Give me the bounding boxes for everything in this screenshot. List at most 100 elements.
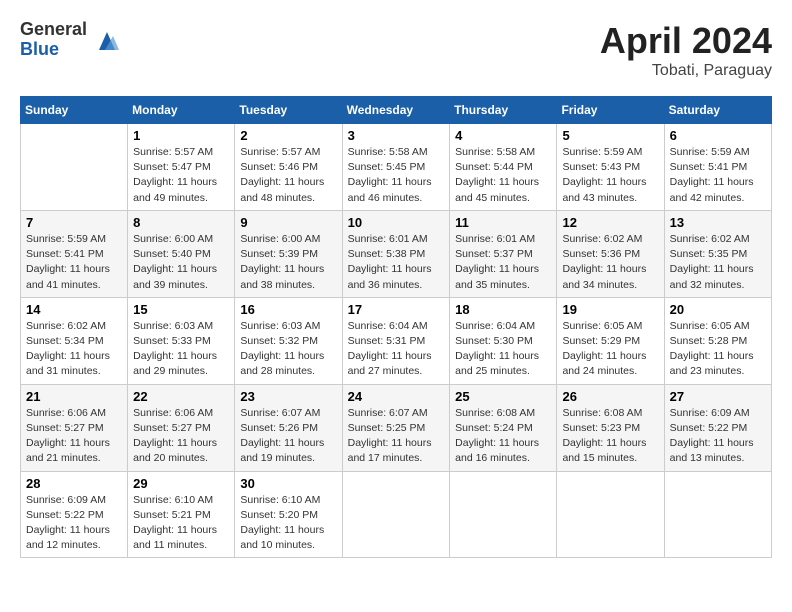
calendar-day-cell: 21Sunrise: 6:06 AM Sunset: 5:27 PM Dayli… (21, 384, 128, 471)
day-info: Sunrise: 5:59 AM Sunset: 5:43 PM Dayligh… (562, 145, 658, 206)
day-info: Sunrise: 6:04 AM Sunset: 5:30 PM Dayligh… (455, 319, 551, 380)
col-friday: Friday (557, 97, 664, 124)
day-info: Sunrise: 6:05 AM Sunset: 5:29 PM Dayligh… (562, 319, 658, 380)
day-info: Sunrise: 6:02 AM Sunset: 5:36 PM Dayligh… (562, 232, 658, 293)
day-info: Sunrise: 6:02 AM Sunset: 5:35 PM Dayligh… (670, 232, 766, 293)
calendar-day-cell: 4Sunrise: 5:58 AM Sunset: 5:44 PM Daylig… (450, 124, 557, 211)
day-number: 20 (670, 302, 766, 317)
calendar-day-cell: 28 Sunrise: 6:09 AM Sunset: 5:22 PM Dayli… (21, 471, 128, 558)
day-info: Sunrise: 6:07 AM Sunset: 5:26 PM Dayligh… (240, 406, 336, 467)
logo: General Blue (20, 20, 121, 60)
calendar-day-cell: 9 Sunrise: 6:00 AM Sunset: 5:39 PM Daylig… (235, 210, 342, 297)
day-number: 13 (670, 215, 766, 230)
day-number: 1 (133, 128, 229, 143)
calendar-day-cell: 26 Sunrise: 6:08 AM Sunset: 5:23 PM Dayli… (557, 384, 664, 471)
calendar-day-cell: 13 Sunrise: 6:02 AM Sunset: 5:35 PM Dayli… (664, 210, 771, 297)
logo-blue: Blue (20, 40, 87, 60)
day-number: 30 (240, 476, 336, 491)
day-number: 2 (240, 128, 336, 143)
day-number: 18 (455, 302, 551, 317)
day-number: 8 (133, 215, 229, 230)
calendar-table: Sunday Monday Tuesday Wednesday Thursday… (20, 96, 772, 558)
calendar-day-cell: 30 Sunrise: 6:10 AM Sunset: 5:20 PM Dayli… (235, 471, 342, 558)
title-block: April 2024 Tobati, Paraguay (600, 20, 772, 80)
calendar-week-5: 28 Sunrise: 6:09 AM Sunset: 5:22 PM Dayli… (21, 471, 772, 558)
day-info: Sunrise: 6:08 AM Sunset: 5:23 PM Dayligh… (562, 406, 658, 467)
calendar-day-cell (450, 471, 557, 558)
day-info: Sunrise: 6:10 AM Sunset: 5:21 PM Dayligh… (133, 493, 229, 554)
day-info: Sunrise: 6:06 AM Sunset: 5:27 PM Dayligh… (133, 406, 229, 467)
col-thursday: Thursday (450, 97, 557, 124)
day-info: Sunrise: 5:57 AM Sunset: 5:46 PM Dayligh… (240, 145, 336, 206)
day-info: Sunrise: 5:59 AM Sunset: 5:41 PM Dayligh… (670, 145, 766, 206)
day-number: 3 (348, 128, 445, 143)
day-info: Sunrise: 6:01 AM Sunset: 5:37 PM Dayligh… (455, 232, 551, 293)
day-info: Sunrise: 6:00 AM Sunset: 5:40 PM Dayligh… (133, 232, 229, 293)
calendar-week-4: 21 Sunrise: 6:06 AM Sunset: 5:27 PM Dayli… (21, 384, 772, 471)
calendar-week-1: 1 Sunrise: 5:57 AM Sunset: 5:47 PM Daylig… (21, 124, 772, 211)
logo-text: General Blue (20, 20, 87, 60)
calendar-header-row: Sunday Monday Tuesday Wednesday Thursday… (21, 97, 772, 124)
calendar-day-cell: 6Sunrise: 5:59 AM Sunset: 5:41 PM Daylig… (664, 124, 771, 211)
day-info: Sunrise: 6:03 AM Sunset: 5:33 PM Dayligh… (133, 319, 229, 380)
calendar-day-cell: 17Sunrise: 6:04 AM Sunset: 5:31 PM Dayli… (342, 297, 450, 384)
day-info: Sunrise: 5:59 AM Sunset: 5:41 PM Dayligh… (26, 232, 122, 293)
day-number: 10 (348, 215, 445, 230)
page-header: General Blue April 2024 Tobati, Paraguay (20, 20, 772, 80)
calendar-week-2: 7 Sunrise: 5:59 AM Sunset: 5:41 PM Daylig… (21, 210, 772, 297)
calendar-day-cell: 16 Sunrise: 6:03 AM Sunset: 5:32 PM Dayli… (235, 297, 342, 384)
calendar-day-cell: 7 Sunrise: 5:59 AM Sunset: 5:41 PM Daylig… (21, 210, 128, 297)
calendar-day-cell: 24 Sunrise: 6:07 AM Sunset: 5:25 PM Dayli… (342, 384, 450, 471)
day-info: Sunrise: 5:58 AM Sunset: 5:44 PM Dayligh… (455, 145, 551, 206)
col-wednesday: Wednesday (342, 97, 450, 124)
day-number: 28 (26, 476, 122, 491)
day-info: Sunrise: 6:01 AM Sunset: 5:38 PM Dayligh… (348, 232, 445, 293)
title-location: Tobati, Paraguay (600, 62, 772, 80)
day-number: 11 (455, 215, 551, 230)
calendar-day-cell (664, 471, 771, 558)
calendar-day-cell: 2 Sunrise: 5:57 AM Sunset: 5:46 PM Daylig… (235, 124, 342, 211)
day-info: Sunrise: 5:58 AM Sunset: 5:45 PM Dayligh… (348, 145, 445, 206)
day-number: 21 (26, 389, 122, 404)
calendar-day-cell: 25 Sunrise: 6:08 AM Sunset: 5:24 PM Dayli… (450, 384, 557, 471)
logo-general: General (20, 20, 87, 40)
day-number: 17 (348, 302, 445, 317)
day-number: 9 (240, 215, 336, 230)
calendar-day-cell: 19 Sunrise: 6:05 AM Sunset: 5:29 PM Dayli… (557, 297, 664, 384)
day-number: 15 (133, 302, 229, 317)
day-number: 12 (562, 215, 658, 230)
logo-icon (93, 26, 121, 54)
calendar-day-cell: 18 Sunrise: 6:04 AM Sunset: 5:30 PM Dayli… (450, 297, 557, 384)
calendar-day-cell: 5Sunrise: 5:59 AM Sunset: 5:43 PM Daylig… (557, 124, 664, 211)
calendar-day-cell: 14Sunrise: 6:02 AM Sunset: 5:34 PM Dayli… (21, 297, 128, 384)
day-info: Sunrise: 6:07 AM Sunset: 5:25 PM Dayligh… (348, 406, 445, 467)
calendar-day-cell: 20Sunrise: 6:05 AM Sunset: 5:28 PM Dayli… (664, 297, 771, 384)
calendar-day-cell (21, 124, 128, 211)
day-number: 25 (455, 389, 551, 404)
col-monday: Monday (128, 97, 235, 124)
title-month-year: April 2024 (600, 20, 772, 62)
day-info: Sunrise: 6:09 AM Sunset: 5:22 PM Dayligh… (26, 493, 122, 554)
day-info: Sunrise: 6:02 AM Sunset: 5:34 PM Dayligh… (26, 319, 122, 380)
day-number: 23 (240, 389, 336, 404)
calendar-day-cell: 10 Sunrise: 6:01 AM Sunset: 5:38 PM Dayli… (342, 210, 450, 297)
day-number: 16 (240, 302, 336, 317)
calendar-day-cell: 3 Sunrise: 5:58 AM Sunset: 5:45 PM Daylig… (342, 124, 450, 211)
col-sunday: Sunday (21, 97, 128, 124)
day-info: Sunrise: 5:57 AM Sunset: 5:47 PM Dayligh… (133, 145, 229, 206)
calendar-day-cell: 12 Sunrise: 6:02 AM Sunset: 5:36 PM Dayli… (557, 210, 664, 297)
calendar-day-cell (342, 471, 450, 558)
day-number: 19 (562, 302, 658, 317)
day-info: Sunrise: 6:08 AM Sunset: 5:24 PM Dayligh… (455, 406, 551, 467)
day-number: 7 (26, 215, 122, 230)
calendar-day-cell: 29 Sunrise: 6:10 AM Sunset: 5:21 PM Dayli… (128, 471, 235, 558)
day-info: Sunrise: 6:00 AM Sunset: 5:39 PM Dayligh… (240, 232, 336, 293)
day-number: 29 (133, 476, 229, 491)
day-info: Sunrise: 6:03 AM Sunset: 5:32 PM Dayligh… (240, 319, 336, 380)
day-number: 26 (562, 389, 658, 404)
day-number: 27 (670, 389, 766, 404)
day-info: Sunrise: 6:10 AM Sunset: 5:20 PM Dayligh… (240, 493, 336, 554)
calendar-day-cell: 23 Sunrise: 6:07 AM Sunset: 5:26 PM Dayli… (235, 384, 342, 471)
calendar-day-cell: 15 Sunrise: 6:03 AM Sunset: 5:33 PM Dayli… (128, 297, 235, 384)
day-number: 24 (348, 389, 445, 404)
